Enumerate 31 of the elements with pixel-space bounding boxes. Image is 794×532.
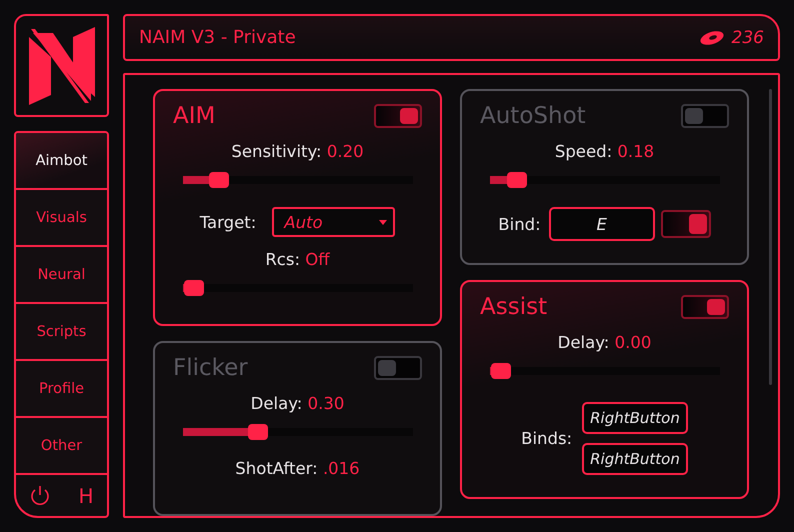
toggle-switch[interactable] (681, 104, 729, 128)
setting-label: Rcs: Off (265, 250, 330, 269)
key-field[interactable]: E (548, 207, 655, 241)
logo-icon (28, 26, 94, 104)
key-field[interactable]: RightButton (582, 443, 688, 475)
setting-label: Delay: 0.00 (558, 333, 652, 352)
setting-label: Bind: (498, 214, 541, 234)
eye-icon (698, 30, 726, 46)
view-count: 236 (732, 28, 764, 48)
toggle-switch[interactable] (374, 104, 422, 128)
setting-label: Delay: 0.30 (250, 394, 344, 413)
setting-label: Sensitivity: 0.20 (231, 142, 364, 161)
scrollbar[interactable] (769, 89, 772, 385)
hide-key-label[interactable]: H (78, 484, 94, 508)
setting-label: ShotAfter: .016 (235, 459, 360, 478)
dropdown[interactable]: Auto (272, 207, 396, 237)
power-icon[interactable] (29, 484, 52, 506)
sidebar-tab[interactable]: Aimbot (16, 133, 107, 190)
key-field[interactable]: RightButton (582, 402, 688, 434)
window-title: NAIM V3 - Private (139, 27, 296, 48)
setting-label: Binds: (521, 429, 572, 448)
toggle-switch[interactable] (660, 210, 711, 238)
toggle-switch[interactable] (374, 356, 422, 380)
card-title: AutoShot (480, 103, 586, 129)
caret-icon (379, 220, 388, 224)
setting-label: Speed: 0.18 (554, 142, 654, 161)
setting-label: Target: (200, 212, 256, 232)
card-title: Flicker (173, 355, 248, 381)
card-title: AIM (173, 103, 216, 129)
card-title: Assist (480, 294, 548, 320)
toggle-switch[interactable] (681, 295, 729, 319)
